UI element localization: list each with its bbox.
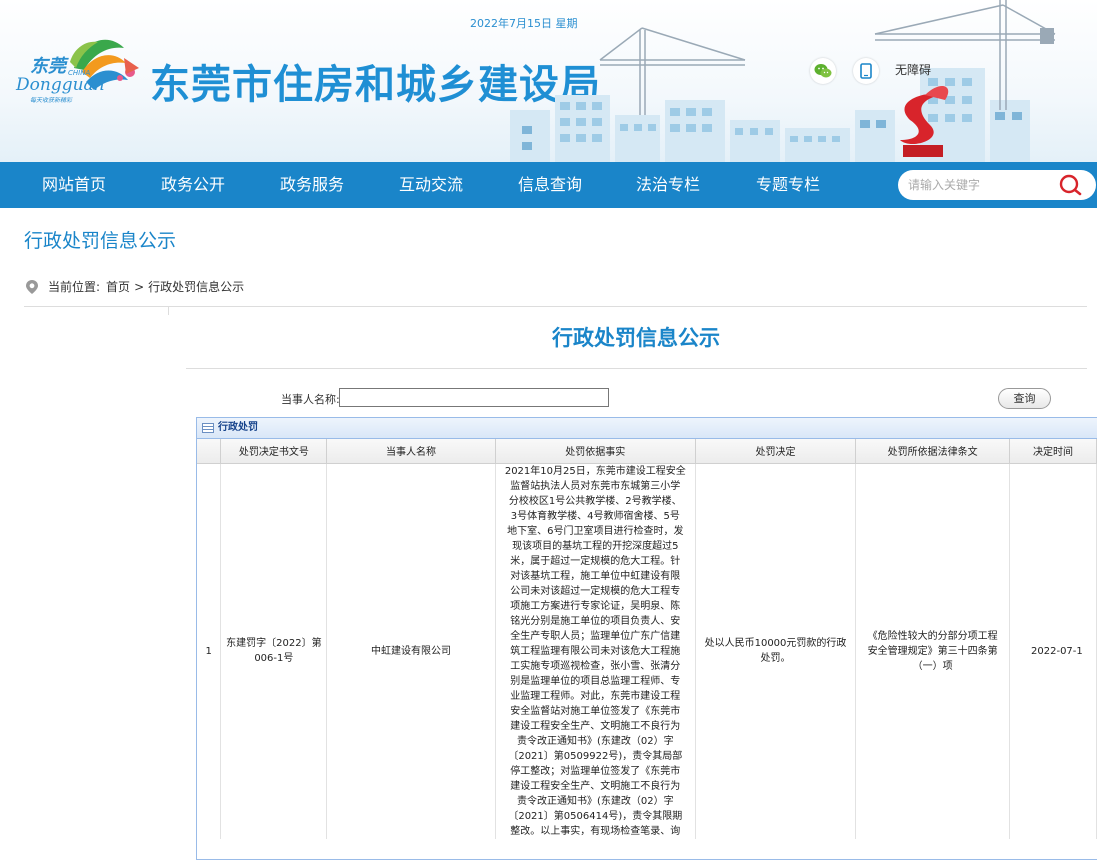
fact-line: 公司未对该超过一定规模的危大工程专 xyxy=(510,585,681,597)
breadcrumb-label: 当前位置: xyxy=(48,280,101,294)
fact-line: 全生产专职人员；监理单位广东广信建 xyxy=(510,630,681,642)
fact-line: 分校校区1号公共教学楼、2号教学楼、 xyxy=(508,495,682,507)
party-name-input[interactable] xyxy=(339,388,609,407)
fact-line: 对该基坑工程，施工单位中虹建设有限 xyxy=(510,570,681,582)
svg-text:每天收获新精彩: 每天收获新精彩 xyxy=(30,96,73,104)
penalty-table-panel: 行政处罚 处罚决定书文号 当事人名称 处罚依据事实 处罚决定 处罚所依据法律条文… xyxy=(196,417,1097,860)
nav-item-home[interactable]: 网站首页 xyxy=(42,162,106,208)
cell-party: 中虹建设有限公司 xyxy=(326,463,496,839)
fact-line: 停工整改；对监理单位签发了《东莞市 xyxy=(510,765,681,777)
fact-line: 建设工程安全生产、文明施工不良行为 xyxy=(510,720,681,732)
search-input[interactable] xyxy=(908,175,1058,195)
nav-item-government-affairs[interactable]: 政务公开 xyxy=(161,162,225,208)
search-icon xyxy=(1059,174,1082,196)
penalty-table: 处罚决定书文号 当事人名称 处罚依据事实 处罚决定 处罚所依据法律条文 决定时间… xyxy=(197,439,1097,839)
fact-line: 2021年10月25日，东莞市建设工程安全 xyxy=(504,465,686,477)
divider xyxy=(186,368,1087,369)
cell-decision: 处以人民币10000元罚款的行政处罚。 xyxy=(695,463,857,839)
breadcrumb-separator: > xyxy=(134,279,145,294)
dongguan-logo[interactable]: 东莞 CHINA Dongguan 每天收获新精彩 xyxy=(14,28,144,118)
fact-line: 地下室、6号门卫室项目进行检查时，发 xyxy=(507,525,684,537)
panel-header: 行政处罚 xyxy=(197,418,1097,439)
cell-facts: 2021年10月25日，东莞市建设工程安全 监督站执法人员对东莞市东城第三小学 分校… xyxy=(495,463,696,839)
search-button[interactable] xyxy=(1058,173,1084,197)
table-icon xyxy=(202,423,214,433)
fact-line: 〔2021〕第0506414号)，责令其限期 xyxy=(508,810,683,822)
location-pin-icon xyxy=(26,279,38,294)
column-header-index xyxy=(197,439,222,464)
divider xyxy=(24,306,1087,307)
fact-line: 筑工程监理有限公司未对该危大工程施 xyxy=(510,645,681,657)
breadcrumb: 当前位置: 首页 > 行政处罚信息公示 xyxy=(24,278,244,295)
cell-doc-no: 东建罚字〔2022〕第006-1号 xyxy=(220,463,328,839)
nav-item-special-topics[interactable]: 专题专栏 xyxy=(756,162,820,208)
site-header: 2022年7月15日 星期 东莞 CHINA Dongguan 每天收获新精彩 … xyxy=(0,0,1097,162)
mobile-phone-icon xyxy=(860,63,872,79)
fact-line: 整改。以上事实，有现场检查笔录、询 xyxy=(510,825,681,837)
facts-text: 2021年10月25日，东莞市建设工程安全 监督站执法人员对东莞市东城第三小学 分校… xyxy=(499,464,692,839)
content-title: 行政处罚信息公示 xyxy=(552,326,720,350)
nav-item-info-query[interactable]: 信息查询 xyxy=(518,162,582,208)
query-button[interactable]: 查询 xyxy=(998,388,1051,409)
fact-line: 工实施专项巡视检查，张小雪、张清分 xyxy=(510,660,681,672)
fact-line: 3号体育教学楼、4号教师宿舍楼、5号 xyxy=(510,510,680,522)
fact-line: 项施工方案进行专家论证，吴明泉、陈 xyxy=(510,600,681,612)
fact-line: 建设工程安全生产、文明施工不良行为 xyxy=(510,780,681,792)
fact-line: 铭光分别是施工单位的项目负责人、安 xyxy=(510,615,681,627)
nav-item-interaction[interactable]: 互动交流 xyxy=(399,162,463,208)
fact-line: 现该项目的基坑工程的开挖深度超过5 xyxy=(512,540,679,552)
cell-date: 2022-07-1 xyxy=(1009,463,1097,839)
row-index: 1 xyxy=(197,463,222,839)
wechat-icon xyxy=(814,64,832,78)
fact-line: 别是监理单位的项目总监理工程师、专 xyxy=(510,675,681,687)
table-row[interactable]: 1 东建罚字〔2022〕第006-1号 中虹建设有限公司 2021年10月25日… xyxy=(197,463,1097,839)
fact-line: 责令改正通知书》(东建改（02）字 xyxy=(516,795,674,807)
fact-line: 监督站执法人员对东莞市东城第三小学 xyxy=(510,480,681,492)
fact-line: 米，属于超过一定规模的危大工程。针 xyxy=(510,555,681,567)
breadcrumb-current-link[interactable]: 行政处罚信息公示 xyxy=(148,278,244,295)
column-header-date[interactable]: 决定时间 xyxy=(1009,439,1097,464)
column-header-decision[interactable]: 处罚决定 xyxy=(695,439,857,464)
svg-text:东莞: 东莞 xyxy=(30,56,69,77)
nav-item-rule-of-law[interactable]: 法治专栏 xyxy=(636,162,700,208)
breadcrumb-home-link[interactable]: 首页 xyxy=(106,278,130,295)
nav-item-government-services[interactable]: 政务服务 xyxy=(280,162,344,208)
svg-text:Dongguan: Dongguan xyxy=(15,75,105,95)
mobile-button[interactable] xyxy=(853,58,879,84)
search-box xyxy=(898,170,1096,200)
column-header-party[interactable]: 当事人名称 xyxy=(326,439,496,464)
city-skyline-illustration xyxy=(510,0,1056,162)
party-name-label: 当事人名称: xyxy=(281,393,340,406)
wechat-button[interactable] xyxy=(810,58,836,84)
cell-law: 《危险性较大的分部分项工程安全管理规定》第三十四条第（一）项 xyxy=(855,463,1011,839)
column-header-facts[interactable]: 处罚依据事实 xyxy=(495,439,696,464)
fact-line: 安全监督站对施工单位签发了《东莞市 xyxy=(510,705,681,717)
fact-line: 责令改正通知书》(东建改（02）字 xyxy=(516,735,674,747)
column-header-doc-no[interactable]: 处罚决定书文号 xyxy=(220,439,328,464)
table-header-row: 处罚决定书文号 当事人名称 处罚依据事实 处罚决定 处罚所依据法律条文 决定时间 xyxy=(197,439,1097,464)
page-title: 行政处罚信息公示 xyxy=(24,230,177,252)
panel-title: 行政处罚 xyxy=(218,422,258,433)
divider xyxy=(168,307,169,315)
fact-line: 〔2021〕第0509922号)，责令其局部 xyxy=(508,750,683,762)
accessibility-link[interactable]: 无障碍 xyxy=(895,61,931,78)
column-header-law[interactable]: 处罚所依据法律条文 xyxy=(855,439,1011,464)
fact-line: 业监理工程师。对此，东莞市建设工程 xyxy=(510,690,681,702)
